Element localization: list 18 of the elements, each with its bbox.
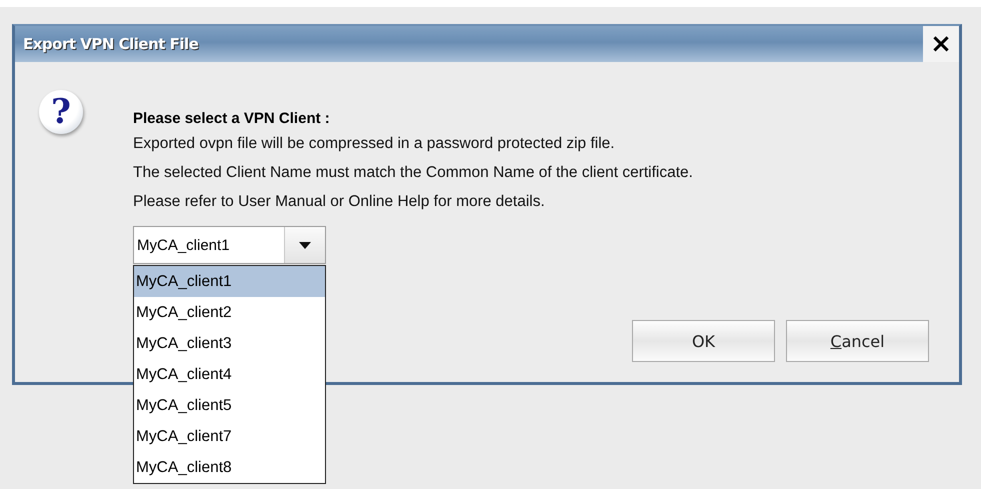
message-text: Please refer to User Manual or Online Help for more details. [133, 192, 546, 212]
dialog-button[interactable]: Cancel [786, 320, 929, 362]
caret-icon [299, 242, 311, 248]
client-dropdown[interactable]: MyCA_client1 [133, 226, 326, 264]
dropdown-option[interactable]: MyCA_client1 [134, 266, 325, 297]
dropdown-option[interactable]: MyCA_client7 [134, 421, 325, 452]
dropdown-option[interactable]: MyCA_client2 [134, 297, 325, 328]
dropdown-option[interactable]: MyCA_client3 [134, 328, 325, 359]
close-button[interactable]: × [923, 26, 959, 62]
window-title: Export VPN Client File [22, 35, 200, 53]
dialog-button[interactable]: OK [632, 320, 775, 362]
message-text: Exported ovpn file will be compressed in a password protected zip file. [133, 134, 616, 154]
question-icon: ? [39, 90, 83, 134]
dropdown-option[interactable]: MyCA_client8 [134, 452, 325, 483]
dropdown-option[interactable]: MyCA_client4 [134, 359, 325, 390]
dropdown-option[interactable]: MyCA_client5 [134, 390, 325, 421]
message-text: The selected Client Name must match the Common Name of the client certificate. [133, 163, 693, 183]
prompt-heading: Please select a VPN Client : [133, 109, 331, 129]
